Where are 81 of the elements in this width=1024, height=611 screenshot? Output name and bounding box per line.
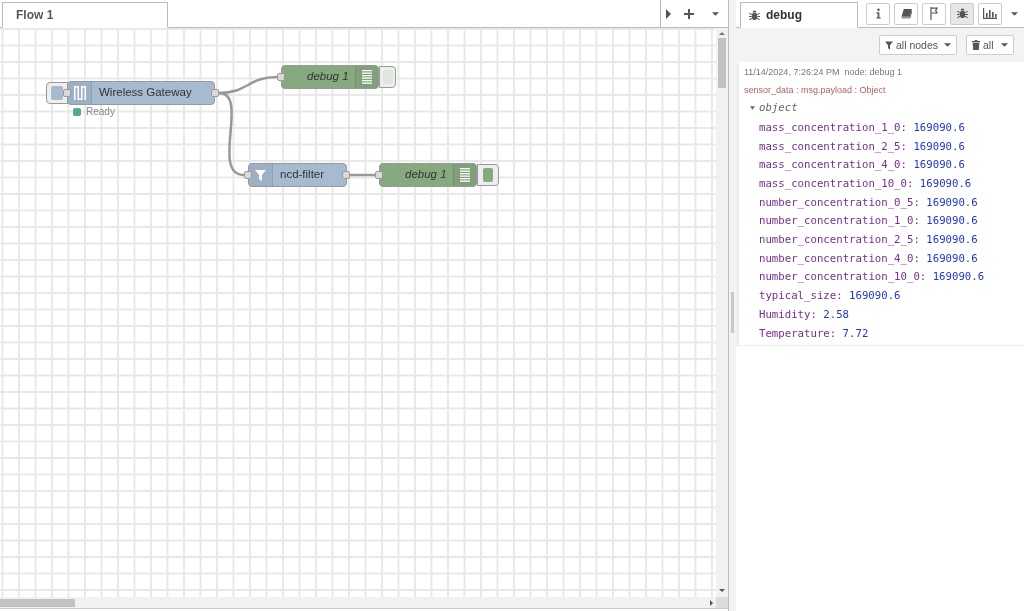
flow-node[interactable]: Wireless Gateway [67,81,215,105]
property-value: 2.58 [823,309,850,321]
port-handle[interactable] [63,89,71,97]
port-handle[interactable] [375,171,383,179]
caret-down-icon [712,11,719,16]
list-icon [362,70,372,84]
property-key: number_concentration_10_0: [759,272,927,284]
port-handle[interactable] [342,171,350,179]
caret-right-icon [665,8,671,19]
info-button[interactable] [866,2,890,25]
property-key: mass_concentration_1_0: [759,123,907,134]
clear-dropdown[interactable]: all [966,35,1014,55]
object-toggle[interactable]: object [750,103,798,114]
bug-icon [956,8,968,19]
property-key: number_concentration_0_5: [759,197,920,209]
caret-up-icon [719,32,725,35]
drag-handle-icon [731,292,734,333]
filter-icon [255,169,266,181]
message-timestamp: 11/14/2024, 7:26:24 PM [744,68,840,77]
horizontal-scrollbar[interactable] [0,597,716,608]
book-button[interactable] [894,2,918,25]
caret-down-icon [719,589,725,592]
wire [350,173,375,177]
property-key: mass_concentration_10_0: [759,179,914,190]
debug-toggle-button[interactable] [477,164,499,186]
caret-right-icon [710,599,713,606]
property-key: mass_concentration_2_5: [759,141,907,153]
property-value: 169090.6 [932,272,985,284]
flow-node[interactable]: debug 1 [379,163,477,187]
property-value: 169090.6 [926,253,978,265]
property-value: 169090.6 [913,123,965,134]
sidebar-splitter[interactable] [729,0,736,611]
bug-icon [749,9,760,21]
debug-toggle-button[interactable] [379,66,396,88]
message-node-name: node: debug 1 [844,68,902,77]
message-topic: sensor_data : msg.payload : Object [744,85,886,95]
trash-icon [972,40,980,50]
caret-down-icon [1001,43,1008,47]
scrollbar-corner [716,597,728,608]
node-button[interactable] [46,82,68,104]
bar-chart-icon [983,8,997,19]
property-key: number_concentration_2_5: [759,235,920,246]
property-value: 169090.6 [926,216,978,228]
port-handle[interactable] [244,171,252,179]
property-key: number_concentration_4_0: [759,253,920,265]
property-value: 7.72 [842,328,869,340]
scrollbar-thumb[interactable] [718,38,726,88]
property-value: 169090.6 [926,235,978,246]
status-text: Ready [86,107,115,117]
port-handle[interactable] [211,89,219,97]
property-value: 169090.6 [919,179,972,190]
list-icon [460,168,470,182]
indicator-icon [51,86,63,100]
flow-node[interactable]: debug 1 [281,65,379,89]
info-icon [875,8,881,19]
caret-down-icon [1010,11,1018,16]
sidebar-tab[interactable]: debug [740,2,858,28]
filter-icon [885,40,893,50]
flow-tab[interactable]: Flow 1 [2,2,168,28]
bug-button[interactable] [950,2,974,25]
property-value: 169090.6 [926,197,978,209]
property-key: number_concentration_1_0: [759,216,920,228]
vertical-scrollbar[interactable] [716,28,728,597]
property-value: 169090.6 [913,141,965,153]
chart-button[interactable] [978,2,1002,25]
book-icon [900,8,912,19]
property-key: mass_concentration_4_0: [759,160,907,172]
property-key: Temperature: [759,328,837,340]
property-value: 169090.6 [913,160,965,172]
flag-button[interactable] [922,2,946,25]
property-value: 169090.6 [849,291,901,302]
property-key: Humidity: [759,309,817,321]
scrollbar-thumb[interactable] [0,598,75,607]
square-wave-icon [73,86,86,100]
property-key: typical_size: [759,291,843,302]
port-handle[interactable] [277,73,285,81]
caret-down-icon [944,43,951,47]
plus-icon [684,8,694,19]
filter-dropdown[interactable]: all nodes [879,35,957,55]
flow-node[interactable]: ncd-filter [248,163,347,187]
flag-icon [930,7,938,20]
